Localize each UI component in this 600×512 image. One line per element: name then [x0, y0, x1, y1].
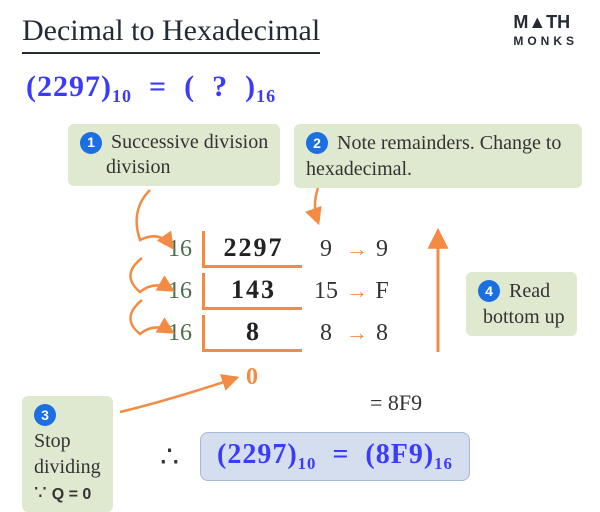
hex-digit: 8 [370, 320, 394, 347]
ans-rhs-value: 8F9 [376, 439, 424, 470]
callout-step2: 2 Note remainders. Change to hexadecimal… [294, 124, 582, 188]
q-rhs-placeholder: ? [212, 70, 228, 103]
final-answer-box: (2297)10 = (8F9)16 [200, 432, 470, 481]
step1-text: Successive division [111, 131, 268, 153]
q-rhs-base: 16 [256, 86, 276, 106]
step4-line2: bottom up [483, 306, 565, 328]
dividend: 8 [202, 315, 302, 352]
logo-line1: M▲TH [513, 12, 570, 32]
callout-step1: 1 Successive division 0division [68, 124, 280, 186]
hex-digit: 9 [370, 236, 394, 263]
hex-digit: F [370, 278, 394, 305]
step4-line1: Read [509, 280, 550, 302]
dividend: 2297 [202, 231, 302, 268]
step3-because: ∵ [34, 482, 47, 504]
badge-4: 4 [478, 280, 500, 302]
ladder-row: 16 8 8 → 8 [162, 312, 394, 354]
divisor: 16 [162, 236, 202, 263]
badge-3: 3 [34, 404, 56, 426]
step3-cond: Q = 0 [52, 486, 92, 503]
intermediate-result: = 8F9 [370, 390, 422, 416]
logo-line2: MONKS [513, 34, 578, 48]
arrow-right-icon: → [344, 278, 370, 304]
q-lhs-value: 2297 [37, 70, 101, 103]
dividend: 143 [202, 273, 302, 310]
diagram-canvas: Decimal to Hexadecimal M▲TH MONKS (2297)… [0, 0, 600, 511]
final-quotient: 0 [202, 360, 302, 391]
brand-logo: M▲TH MONKS [513, 14, 578, 48]
question-equation: (2297)10 = ( ? )16 [26, 70, 276, 107]
ans-lhs-value: 2297 [227, 439, 287, 470]
callout-step3: 3 Stop dividing ∵ Q = 0 [22, 396, 113, 512]
badge-1: 1 [80, 132, 102, 154]
remainder: 15 [302, 278, 344, 305]
curve-arrow-icon [315, 188, 318, 222]
therefore-symbol: ∴ [160, 440, 179, 475]
remainder: 8 [302, 320, 344, 347]
remainder: 9 [302, 236, 344, 263]
divisor: 16 [162, 320, 202, 347]
step3-line2: dividing [34, 456, 101, 478]
arrow-right-icon: → [344, 236, 370, 262]
ans-lhs-base: 10 [298, 454, 317, 473]
division-ladder: 16 2297 9 → 9 16 143 15 → F 16 8 8 → 8 0 [162, 228, 394, 396]
ladder-row: 16 143 15 → F [162, 270, 394, 312]
ans-rhs-base: 16 [434, 454, 453, 473]
step2-text: Note remainders. Change to hexadecimal. [306, 132, 561, 180]
q-lhs-base: 10 [112, 86, 132, 106]
callout-step4: 4 Read bottom up [466, 272, 577, 336]
step3-line1: Stop [34, 430, 71, 452]
badge-2: 2 [306, 132, 328, 154]
ladder-row: 16 2297 9 → 9 [162, 228, 394, 270]
arrow-right-icon: → [344, 320, 370, 346]
ladder-final: 0 [162, 354, 394, 396]
divisor: 16 [162, 278, 202, 305]
page-title: Decimal to Hexadecimal [22, 14, 320, 54]
